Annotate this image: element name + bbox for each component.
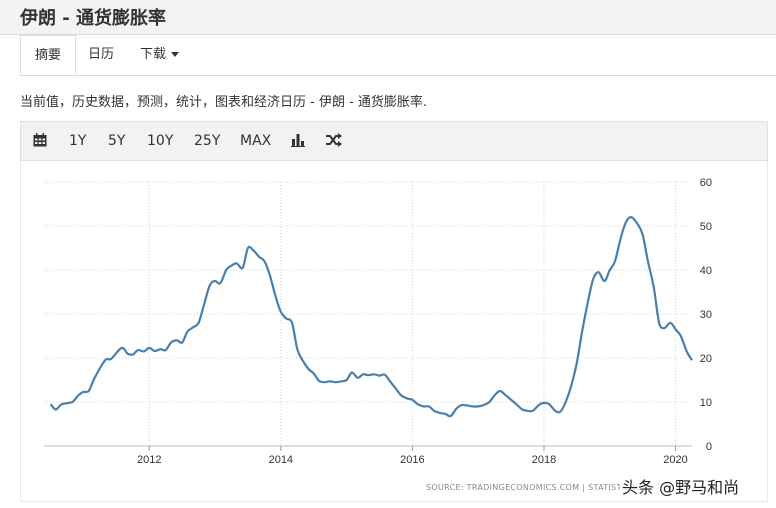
x-tick-label: 2012 (137, 454, 161, 466)
y-tick-label: 10 (700, 397, 712, 409)
chart-source: SOURCE: TRADINGECONOMICS.COM | STATISTIC… (426, 483, 641, 492)
y-tick-label: 60 (700, 177, 712, 189)
x-tick-label: 2014 (269, 454, 293, 466)
y-tick-label: 0 (706, 441, 712, 453)
x-tick-label: 2018 (532, 454, 556, 466)
inflation-line-chart: 0 10 20 30 40 50 60 2012 2014 2016 2018 2020 (44, 177, 712, 466)
watermark: 头条 @野马和尚 (620, 472, 742, 500)
chart-grid (44, 181, 692, 447)
inflation-series-line (49, 216, 693, 418)
y-axis-ticks: 0 10 20 30 40 50 60 (700, 177, 712, 453)
y-tick-label: 30 (700, 309, 712, 321)
y-tick-label: 20 (700, 353, 712, 365)
x-tick-label: 2016 (400, 454, 424, 466)
x-axis-ticks: 2012 2014 2016 2018 2020 (137, 446, 688, 466)
y-tick-label: 40 (700, 265, 712, 277)
y-tick-label: 50 (700, 221, 712, 233)
x-tick-label: 2020 (663, 454, 687, 466)
